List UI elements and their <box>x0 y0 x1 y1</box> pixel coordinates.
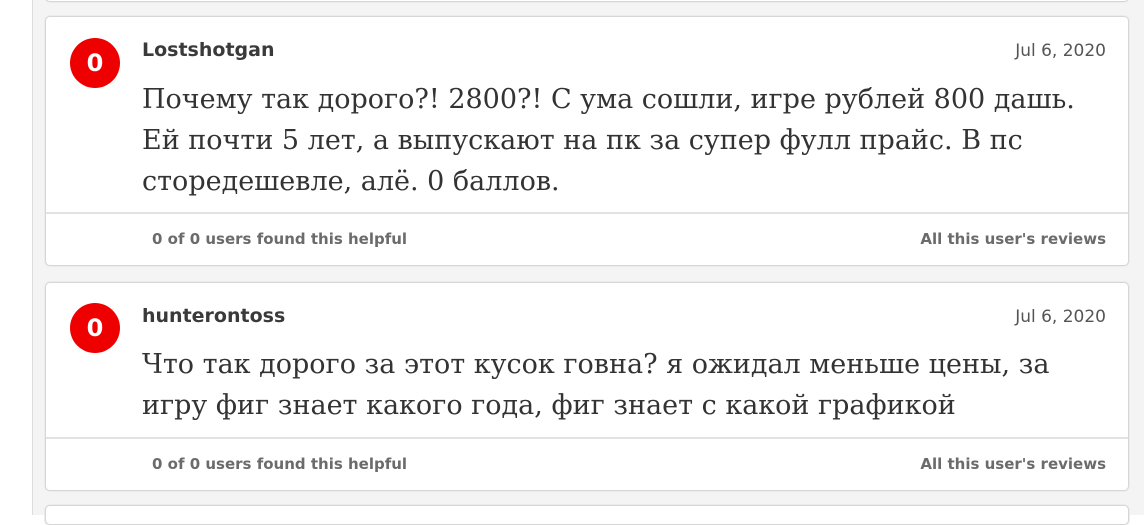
all-user-reviews-link[interactable]: All this user's reviews <box>920 230 1106 248</box>
helpful-count: 0 of 0 users found this helpful <box>152 230 408 248</box>
review-username[interactable]: Lostshotgan <box>142 39 274 61</box>
review-date: Jul 6, 2020 <box>1015 41 1106 61</box>
review-card: 0 hunterontoss Jul 6, 2020 Что так дорог… <box>45 282 1129 491</box>
all-user-reviews-link[interactable]: All this user's reviews <box>920 455 1106 473</box>
review-footer: 0 of 0 users found this helpful All this… <box>46 212 1128 265</box>
helpful-count: 0 of 0 users found this helpful <box>152 455 408 473</box>
user-score-badge: 0 <box>70 38 120 88</box>
review-footer: 0 of 0 users found this helpful All this… <box>46 437 1128 490</box>
review-card-previous <box>45 0 1129 2</box>
review-date: Jul 6, 2020 <box>1015 307 1106 327</box>
user-score-badge: 0 <box>70 303 120 353</box>
review-card-next <box>45 505 1129 525</box>
review-body: Что так дорого за этот кусок говна? я ож… <box>142 349 1050 421</box>
review-body: Почему так дорого?! 2800?! С ума сошли, … <box>142 84 1075 197</box>
review-username[interactable]: hunterontoss <box>142 305 285 327</box>
review-card: 0 Lostshotgan Jul 6, 2020 Почему так дор… <box>45 16 1129 266</box>
